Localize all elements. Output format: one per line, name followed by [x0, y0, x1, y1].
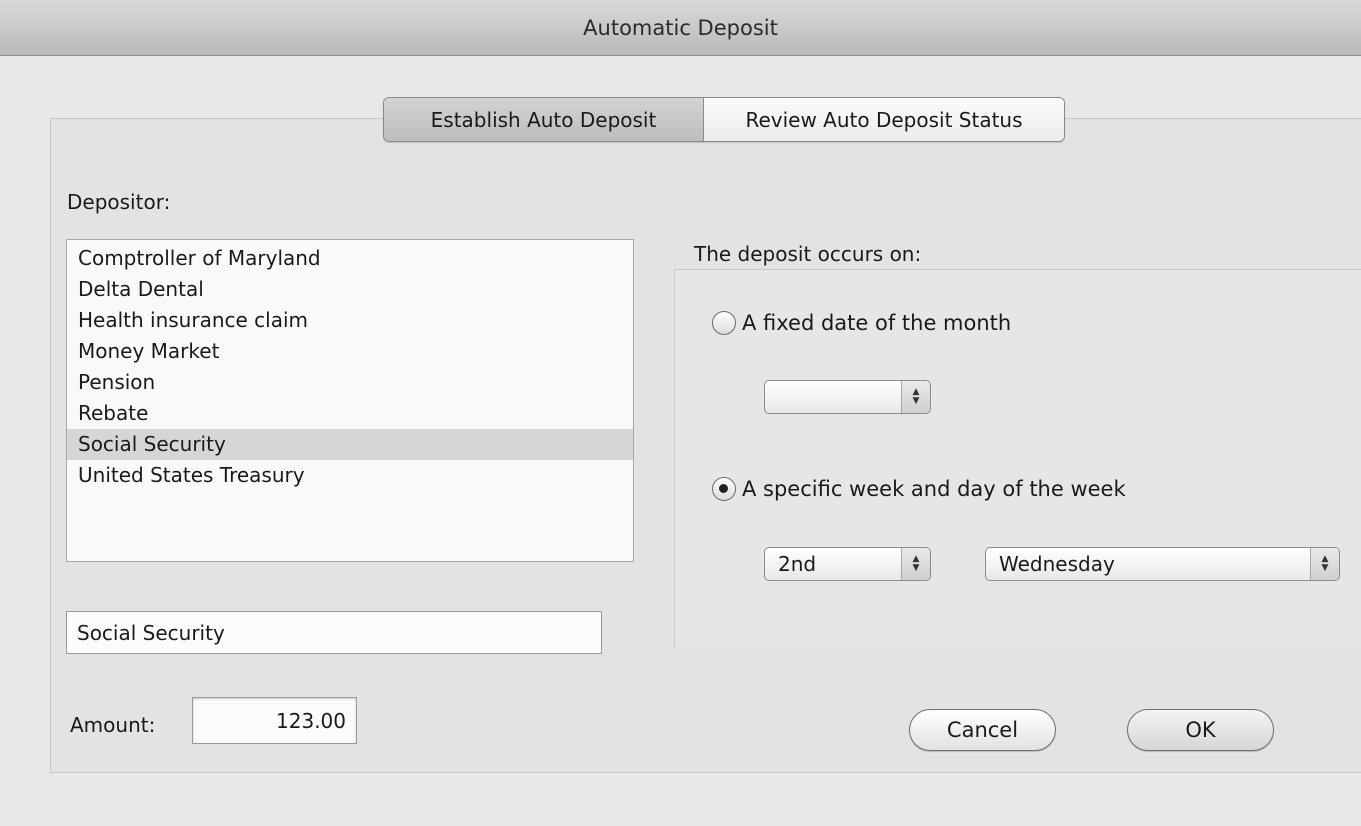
list-item-selected[interactable]: Social Security: [67, 429, 633, 460]
tab-review-auto-deposit-status[interactable]: Review Auto Deposit Status: [704, 98, 1064, 141]
list-item[interactable]: Health insurance claim: [67, 305, 633, 336]
fixed-date-option[interactable]: A fixed date of the month: [712, 311, 1011, 335]
week-of-month-popup[interactable]: 2nd ▲ ▼: [764, 547, 931, 581]
window-title: Automatic Deposit: [583, 15, 778, 40]
fixed-date-radio[interactable]: [712, 311, 736, 335]
tab-control: Establish Auto Deposit Review Auto Depos…: [383, 97, 1065, 142]
amount-label: Amount:: [70, 713, 156, 737]
depositor-list[interactable]: Comptroller of Maryland Delta Dental Hea…: [66, 239, 634, 562]
list-item[interactable]: Comptroller of Maryland: [67, 243, 633, 274]
list-item[interactable]: United States Treasury: [67, 460, 633, 491]
weekday-value: Wednesday: [999, 552, 1115, 576]
tab-establish-auto-deposit[interactable]: Establish Auto Deposit: [384, 98, 704, 141]
week-of-month-value: 2nd: [778, 552, 817, 576]
specific-week-label: A specific week and day of the week: [742, 477, 1126, 501]
list-item[interactable]: Pension: [67, 367, 633, 398]
cancel-button[interactable]: Cancel: [909, 709, 1056, 751]
list-item[interactable]: Rebate: [67, 398, 633, 429]
depositor-name-field[interactable]: [66, 611, 602, 654]
ok-button[interactable]: OK: [1127, 709, 1274, 751]
list-item[interactable]: Money Market: [67, 336, 633, 367]
specific-week-radio[interactable]: [712, 477, 736, 501]
depositor-label: Depositor:: [67, 190, 171, 214]
amount-field[interactable]: [192, 697, 357, 744]
weekday-popup[interactable]: Wednesday ▲ ▼: [985, 547, 1340, 581]
up-down-arrows-icon: ▲ ▼: [1310, 548, 1339, 580]
up-down-arrows-icon: ▲ ▼: [901, 548, 930, 580]
specific-week-option[interactable]: A specific week and day of the week: [712, 477, 1126, 501]
schedule-label: The deposit occurs on:: [694, 242, 922, 266]
list-item[interactable]: Delta Dental: [67, 274, 633, 305]
fixed-date-label: A fixed date of the month: [742, 311, 1012, 335]
up-down-arrows-icon: ▲ ▼: [901, 381, 930, 413]
day-of-month-popup[interactable]: ▲ ▼: [764, 380, 931, 414]
window-titlebar: Automatic Deposit: [0, 0, 1361, 56]
